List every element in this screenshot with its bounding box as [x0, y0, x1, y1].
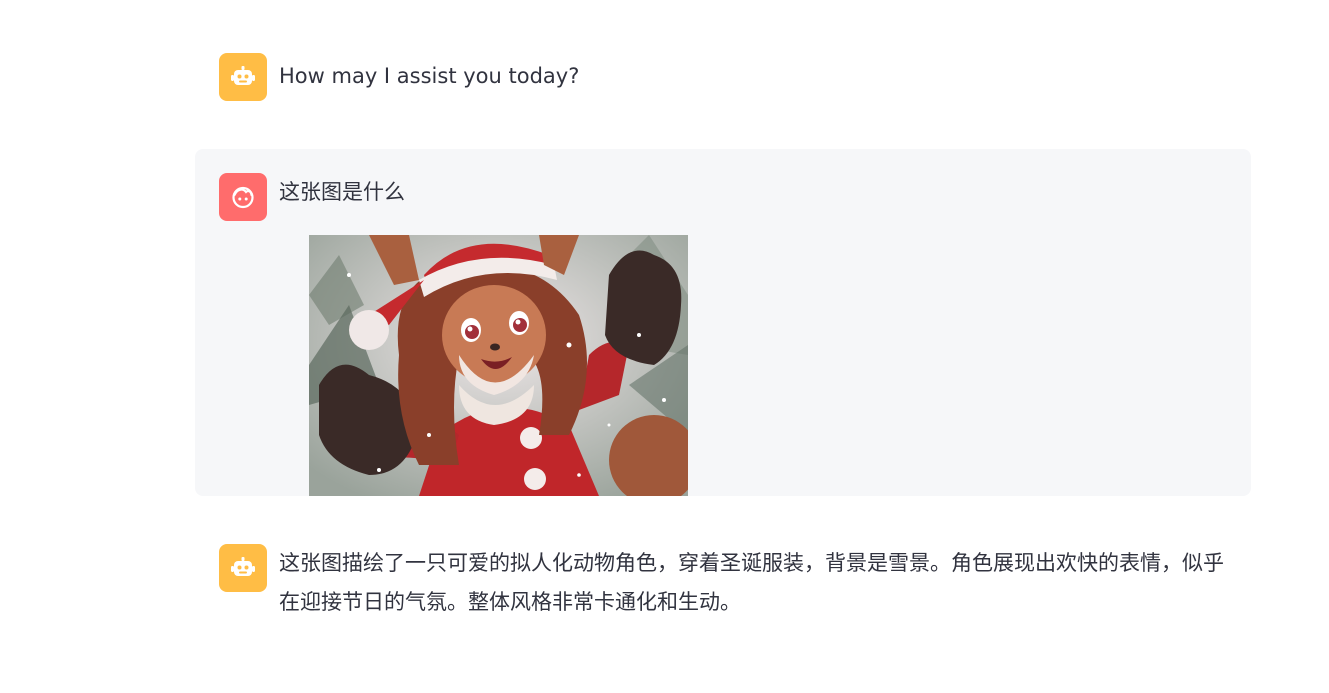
fox-illustration [309, 235, 688, 496]
user-face-icon [232, 186, 254, 209]
robot-icon [231, 557, 255, 576]
message-text: 这张图描绘了一只可爱的拟人化动物角色，穿着圣诞服装，背景是雪景。角色展现出欢快的… [279, 551, 1224, 614]
uploaded-image [309, 235, 688, 496]
robot-icon [231, 66, 255, 85]
assistant-avatar [219, 544, 267, 592]
message-text: 这张图是什么 [279, 180, 405, 204]
user-avatar [219, 173, 267, 221]
assistant-avatar [219, 53, 267, 101]
chat-container: How may I assist you today? 这张图是什么 这张图描绘… [0, 0, 1329, 693]
message-text: How may I assist you today? [279, 64, 580, 88]
assistant-message: How may I assist you today? [195, 53, 1251, 109]
user-message: 这张图是什么 [195, 149, 1251, 496]
assistant-message: 这张图描绘了一只可爱的拟人化动物角色，穿着圣诞服装，背景是雪景。角色展现出欢快的… [195, 544, 1251, 634]
